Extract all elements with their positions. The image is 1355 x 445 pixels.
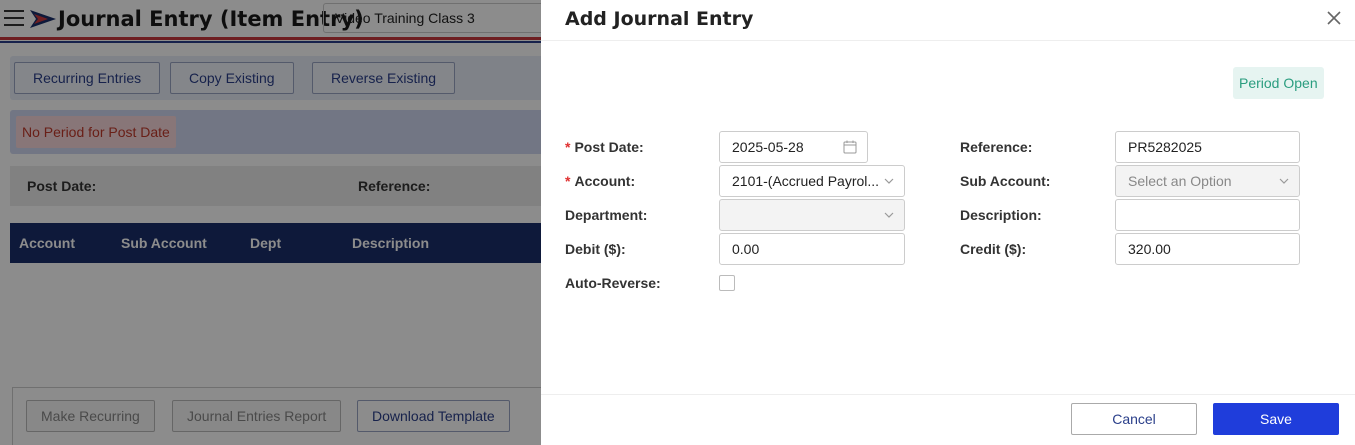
description-input[interactable] bbox=[1115, 199, 1300, 231]
department-field-label: Department: bbox=[565, 207, 648, 223]
account-field-label: * Account: bbox=[565, 173, 636, 189]
chevron-down-icon bbox=[884, 178, 894, 184]
calendar-icon[interactable] bbox=[843, 140, 857, 154]
reference-field-label: Reference: bbox=[960, 139, 1033, 155]
chevron-down-icon bbox=[1279, 178, 1289, 184]
description-field-label: Description: bbox=[960, 207, 1042, 223]
close-icon[interactable] bbox=[1325, 9, 1343, 27]
post-date-field-label: * Post Date: bbox=[565, 139, 644, 155]
drawer-header: Add Journal Entry bbox=[541, 0, 1355, 41]
drawer-title: Add Journal Entry bbox=[565, 8, 754, 30]
department-select[interactable] bbox=[719, 199, 905, 231]
reference-input[interactable]: PR5282025 bbox=[1115, 131, 1300, 163]
debit-field-label: Debit ($): bbox=[565, 241, 626, 257]
auto-reverse-checkbox[interactable] bbox=[719, 275, 735, 291]
period-status-badge: Period Open bbox=[1233, 67, 1324, 99]
sub-account-field-label: Sub Account: bbox=[960, 173, 1051, 189]
auto-reverse-field-label: Auto-Reverse: bbox=[565, 275, 661, 291]
chevron-down-icon bbox=[884, 212, 894, 218]
add-journal-entry-drawer: Add Journal Entry Period Open * Post Date… bbox=[541, 0, 1355, 445]
required-marker: * bbox=[565, 139, 571, 155]
required-marker: * bbox=[565, 173, 571, 189]
post-date-input[interactable]: 2025-05-28 bbox=[719, 131, 868, 163]
save-button[interactable]: Save bbox=[1213, 403, 1339, 435]
sub-account-select[interactable]: Select an Option bbox=[1115, 165, 1300, 197]
debit-input[interactable]: 0.00 bbox=[719, 233, 905, 265]
account-select[interactable]: 2101-(Accrued Payrol... bbox=[719, 165, 905, 197]
credit-input[interactable]: 320.00 bbox=[1115, 233, 1300, 265]
cancel-button[interactable]: Cancel bbox=[1071, 403, 1197, 435]
credit-field-label: Credit ($): bbox=[960, 241, 1027, 257]
